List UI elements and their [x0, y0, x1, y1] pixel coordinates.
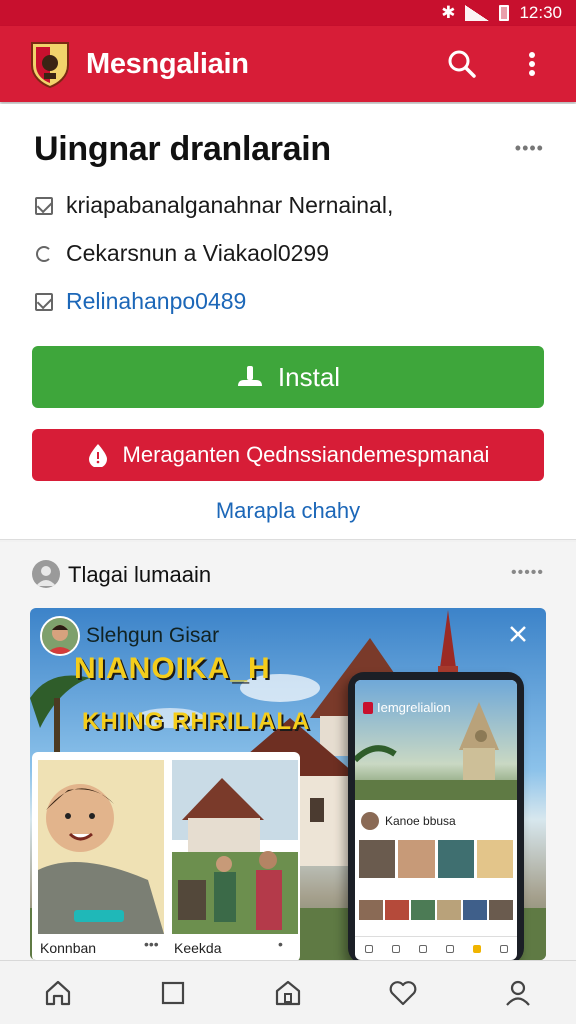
- section-title: Tlagai lumaain: [68, 562, 212, 587]
- info-row-link[interactable]: Relinahanpo0489: [34, 288, 246, 315]
- warning-button[interactable]: Meraganten Qednssiandemespmanai: [32, 429, 544, 481]
- info-row: kriapabanalganahnar Nernainal,: [34, 192, 393, 219]
- app-title: Mesngaliain: [86, 47, 249, 80]
- card-title: Uingnar dranlarain: [34, 130, 331, 168]
- more-button[interactable]: [508, 40, 556, 88]
- app-bar: Mesngaliain: [0, 26, 576, 102]
- loading-icon: [36, 245, 52, 262]
- village-photo: [172, 760, 298, 934]
- house-icon: [275, 980, 301, 1005]
- info-row-text: kriapabanalganahnar Nernainal,: [66, 192, 394, 218]
- search-button[interactable]: [438, 40, 486, 88]
- banner-subheadline: KHING RHRILIALA: [82, 708, 311, 735]
- phone-screen: Iemgrelialion Kanoe bbusa: [355, 680, 517, 960]
- bottom-nav: [0, 960, 576, 1024]
- banner-close-button[interactable]: [504, 620, 532, 648]
- info-row-text: Relinahanpo0489: [66, 288, 247, 314]
- phone-thumb-grid: [359, 900, 513, 920]
- host-avatar: [40, 616, 80, 656]
- status-time: 12:30: [519, 3, 562, 22]
- nav-favorites-button[interactable]: [375, 965, 431, 1021]
- tile-more-icon[interactable]: •: [278, 936, 283, 952]
- signal-icon: [465, 5, 490, 21]
- app-logo-icon: [363, 701, 373, 714]
- phone-header-image: [355, 680, 517, 800]
- install-button[interactable]: Instal: [32, 346, 544, 408]
- phone-mockup: Iemgrelialion Kanoe bbusa: [348, 672, 524, 960]
- card-more-icon[interactable]: ••••: [515, 138, 544, 159]
- photo-tile[interactable]: [172, 760, 298, 934]
- more-vert-icon: [529, 52, 535, 76]
- bluetooth-icon: ✱: [441, 3, 456, 22]
- phone-nav: [355, 936, 517, 960]
- avatar-icon: [32, 560, 60, 588]
- heart-icon: [389, 980, 417, 1005]
- install-label: Instal: [277, 361, 341, 392]
- app-logo: [31, 42, 69, 89]
- close-icon: [510, 626, 526, 642]
- checkbox-icon: [35, 196, 53, 215]
- phone-photo-grid: [359, 840, 513, 878]
- phone-app-title-text: Iemgrelialion: [377, 700, 451, 715]
- profile-icon: [506, 980, 531, 1006]
- nav-home-button[interactable]: [30, 965, 86, 1021]
- info-row-text: Cekarsnun a Viakaol0299: [66, 240, 329, 266]
- battery-icon: [499, 5, 510, 21]
- promo-section: Tlagai lumaain ••••• Slehgun Gisar NIANO…: [0, 542, 576, 960]
- search-icon: [448, 50, 476, 78]
- install-card: Uingnar dranlarain •••• kriapabanalganah…: [0, 104, 576, 540]
- section-more-icon[interactable]: •••••: [511, 564, 544, 582]
- phone-profile: Kanoe bbusa: [361, 812, 456, 830]
- warning-drop-icon: [88, 444, 107, 467]
- avatar: [361, 812, 379, 830]
- home-icon: [45, 980, 70, 1005]
- banner-kicker: Slehgun Gisar: [86, 624, 220, 647]
- tile-label: Keekda: [174, 940, 222, 956]
- photo-grid: Konnban ••• Keekda •: [32, 752, 300, 960]
- info-row: Cekarsnun a Viakaol0299: [34, 240, 329, 267]
- banner-headline: NIANOIKA_H: [74, 652, 271, 685]
- more-info-link[interactable]: Marapla chahy: [0, 498, 576, 524]
- phone-profile-name: Kanoe bbusa: [385, 814, 456, 828]
- nav-profile-button[interactable]: [490, 965, 546, 1021]
- promo-banner[interactable]: Slehgun Gisar NIANOIKA_H KHING RHRILIALA: [30, 608, 546, 960]
- phone-app-title: Iemgrelialion: [363, 700, 451, 715]
- tile-more-icon[interactable]: •••: [144, 936, 159, 952]
- nav-square-button[interactable]: [145, 965, 201, 1021]
- tile-label: Konnban: [40, 940, 97, 956]
- child-photo: [38, 760, 164, 934]
- warning-label: Meraganten Qednssiandemespmanai: [122, 442, 490, 467]
- square-icon: [161, 981, 184, 1004]
- download-icon: [237, 366, 262, 386]
- nav-house-button[interactable]: [260, 965, 316, 1021]
- checkbox-icon: [35, 292, 53, 311]
- photo-tile[interactable]: [38, 760, 164, 934]
- status-bar: ✱ 12:30: [0, 0, 576, 26]
